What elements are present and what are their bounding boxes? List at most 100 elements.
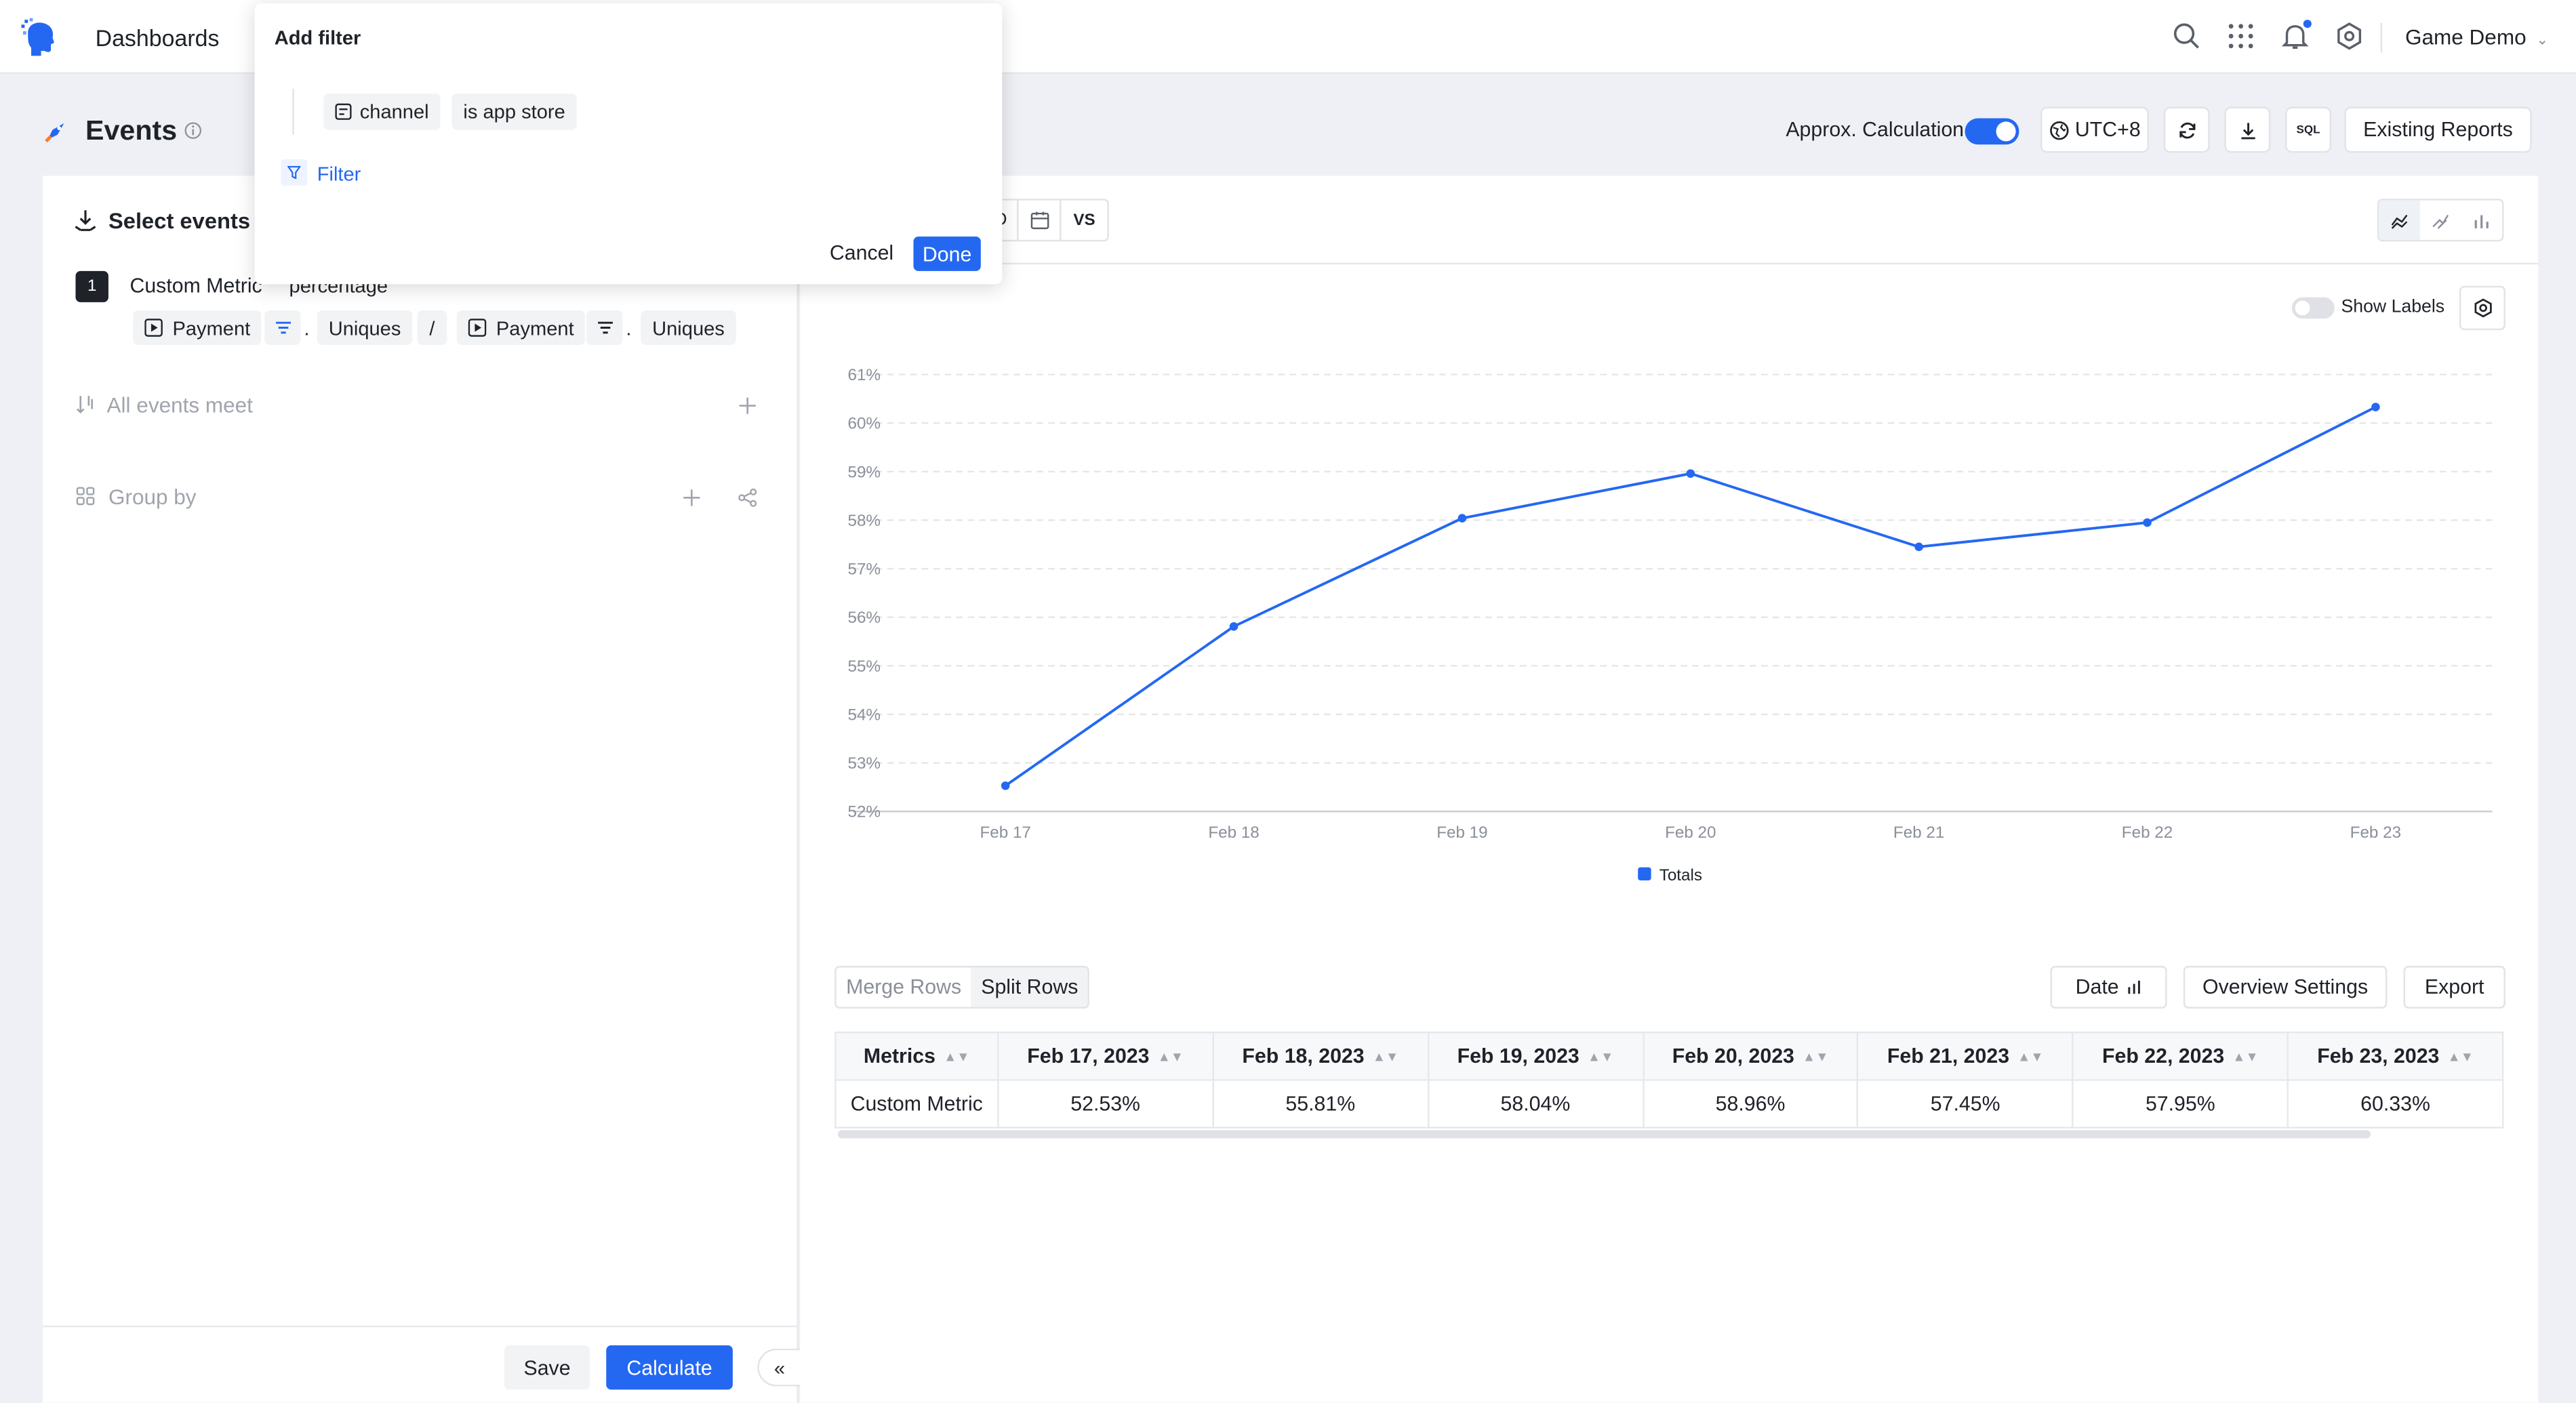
table-cell: 55.81% [1212, 1079, 1429, 1128]
table-cell: 57.45% [1857, 1079, 2074, 1128]
group-by-label[interactable]: Group by [108, 485, 197, 509]
collapse-panel-button[interactable]: « [757, 1348, 801, 1387]
table-header-cell[interactable]: Feb 17, 2023 ▲▼ [997, 1031, 1214, 1081]
timezone-label: UTC+8 [2074, 118, 2141, 142]
sort-arrows-icon[interactable]: ▲▼ [2232, 1050, 2258, 1065]
date-sort-button[interactable]: Date [2050, 966, 2167, 1009]
metric-name[interactable]: Custom Metric [129, 274, 262, 298]
nav-dashboards[interactable]: Dashboards [96, 24, 220, 51]
sql-button[interactable]: SQL [2285, 106, 2331, 153]
refresh-button[interactable] [2163, 106, 2210, 153]
cancel-button[interactable]: Cancel [830, 241, 893, 264]
app-logo-icon[interactable] [20, 18, 59, 58]
dot-separator: . [304, 317, 310, 340]
timezone-button[interactable]: UTC+8 [2040, 106, 2149, 153]
divide-label: / [429, 316, 435, 340]
show-labels-toggle[interactable] [2291, 297, 2335, 319]
numerator-agg-chip[interactable]: Uniques [317, 310, 413, 345]
filter-condition-label: is app store [463, 100, 565, 123]
add-group-icon[interactable] [682, 488, 702, 508]
add-filter-link[interactable]: Filter [317, 163, 361, 186]
denominator-agg-chip[interactable]: Uniques [641, 310, 736, 345]
sort-arrows-icon[interactable]: ▲▼ [1158, 1050, 1184, 1065]
data-point [2371, 403, 2380, 411]
data-table: Metrics ▲▼ Feb 17, 2023 ▲▼ Feb 18, 2023 ▲▼ … [834, 1031, 2504, 1130]
header-label: Feb 23, 2023 [2317, 1044, 2440, 1068]
data-point [1686, 469, 1695, 478]
sort-arrows-icon[interactable]: ▲▼ [944, 1050, 969, 1065]
filter-condition-chip[interactable]: is app store [451, 94, 577, 130]
divide-operator[interactable]: / [417, 310, 447, 345]
trend-chart-button[interactable] [2420, 201, 2461, 240]
y-tick-label: 61% [848, 366, 881, 384]
header-label: Feb 17, 2023 [1027, 1044, 1150, 1068]
table-header-cell[interactable]: Feb 19, 2023 ▲▼ [1427, 1031, 1644, 1081]
existing-reports-button[interactable]: Existing Reports [2344, 106, 2532, 153]
denominator-filter-button[interactable] [586, 310, 623, 345]
rows-mode-switch: Merge Rows Split Rows [834, 966, 1090, 1009]
info-icon[interactable] [184, 121, 202, 140]
calendar-icon [1030, 211, 1049, 230]
y-tick-label: 58% [848, 512, 881, 530]
data-point [1001, 781, 1010, 790]
table-header-row: Metrics ▲▼ Feb 17, 2023 ▲▼ Feb 18, 2023 ▲▼ … [834, 1031, 2504, 1081]
denominator-agg-label: Uniques [652, 316, 725, 340]
existing-reports-label: Existing Reports [2363, 118, 2513, 142]
sort-arrows-icon[interactable]: ▲▼ [2017, 1050, 2043, 1065]
add-condition-icon[interactable] [738, 396, 757, 415]
notification-dot [2303, 20, 2312, 28]
chart-settings-button[interactable] [2459, 285, 2505, 331]
save-button[interactable]: Save [504, 1345, 590, 1390]
workspace-selector[interactable]: Game Demo ⌄ [2405, 24, 2548, 49]
overview-settings-button[interactable]: Overview Settings [2183, 966, 2388, 1009]
filter-lines-icon [275, 321, 290, 334]
table-header-cell[interactable]: Metrics ▲▼ [834, 1031, 999, 1081]
numerator-filter-button[interactable] [264, 310, 301, 345]
sort-arrows-icon[interactable]: ▲▼ [2448, 1050, 2474, 1065]
add-filter-button[interactable] [281, 159, 308, 186]
compare-vs-label: VS [1073, 211, 1095, 230]
x-tick-label: Feb 17 [980, 824, 1030, 842]
share-nodes-icon[interactable] [738, 488, 757, 508]
gear-icon [2474, 298, 2491, 318]
table-header-cell[interactable]: Feb 18, 2023 ▲▼ [1212, 1031, 1429, 1081]
calendar-button[interactable] [1017, 199, 1062, 242]
table-row: Custom Metric 52.53% 55.81% 58.04% 58.96… [834, 1079, 2504, 1128]
table-header-cell[interactable]: Feb 23, 2023 ▲▼ [2287, 1031, 2504, 1081]
download-button[interactable] [2224, 106, 2271, 153]
sort-arrows-icon[interactable]: ▲▼ [1803, 1050, 1828, 1065]
sort-arrows-icon[interactable]: ▲▼ [1373, 1050, 1398, 1065]
funnel-icon [287, 165, 301, 180]
done-button[interactable]: Done [913, 236, 981, 271]
search-icon[interactable] [2172, 22, 2202, 52]
export-button[interactable]: Export [2403, 966, 2505, 1009]
split-rows-button[interactable]: Split Rows [971, 967, 1088, 1007]
table-header-cell[interactable]: Feb 22, 2023 ▲▼ [2072, 1031, 2289, 1081]
bar-chart-button[interactable] [2461, 201, 2502, 240]
add-filter-popover: Add filter channel is app store Filter C… [254, 3, 1003, 285]
numerator-event-chip[interactable]: Payment [133, 310, 262, 345]
table-header-cell[interactable]: Feb 20, 2023 ▲▼ [1642, 1031, 1859, 1081]
calculate-button[interactable]: Calculate [606, 1345, 733, 1390]
denominator-event-chip[interactable]: Payment [456, 310, 586, 345]
popover-title: Add filter [274, 26, 361, 49]
approx-calculation-toggle[interactable] [1965, 118, 2019, 145]
chevron-down-icon: ⌄ [2536, 31, 2549, 48]
apps-grid-icon[interactable] [2226, 22, 2256, 52]
table-header-cell[interactable]: Feb 21, 2023 ▲▼ [1857, 1031, 2074, 1081]
filter-property-chip[interactable]: channel [323, 94, 441, 130]
x-tick-label: Feb 19 [1436, 824, 1487, 842]
line-chart-icon [2391, 214, 2408, 228]
compare-vs-button[interactable]: VS [1060, 199, 1109, 242]
horizontal-scrollbar[interactable] [837, 1130, 2371, 1139]
header-label: Feb 21, 2023 [1887, 1044, 2010, 1068]
property-icon [335, 103, 352, 120]
x-tick-label: Feb 23 [2350, 824, 2401, 842]
filter-property-label: channel [359, 100, 429, 123]
globe-icon [2050, 120, 2069, 140]
line-chart-button[interactable] [2379, 200, 2420, 240]
merge-rows-button[interactable]: Merge Rows [837, 967, 971, 1006]
sort-arrows-icon[interactable]: ▲▼ [1588, 1050, 1613, 1065]
all-events-meet-label[interactable]: All events meet [107, 392, 253, 417]
settings-gear-icon[interactable] [2335, 22, 2364, 52]
